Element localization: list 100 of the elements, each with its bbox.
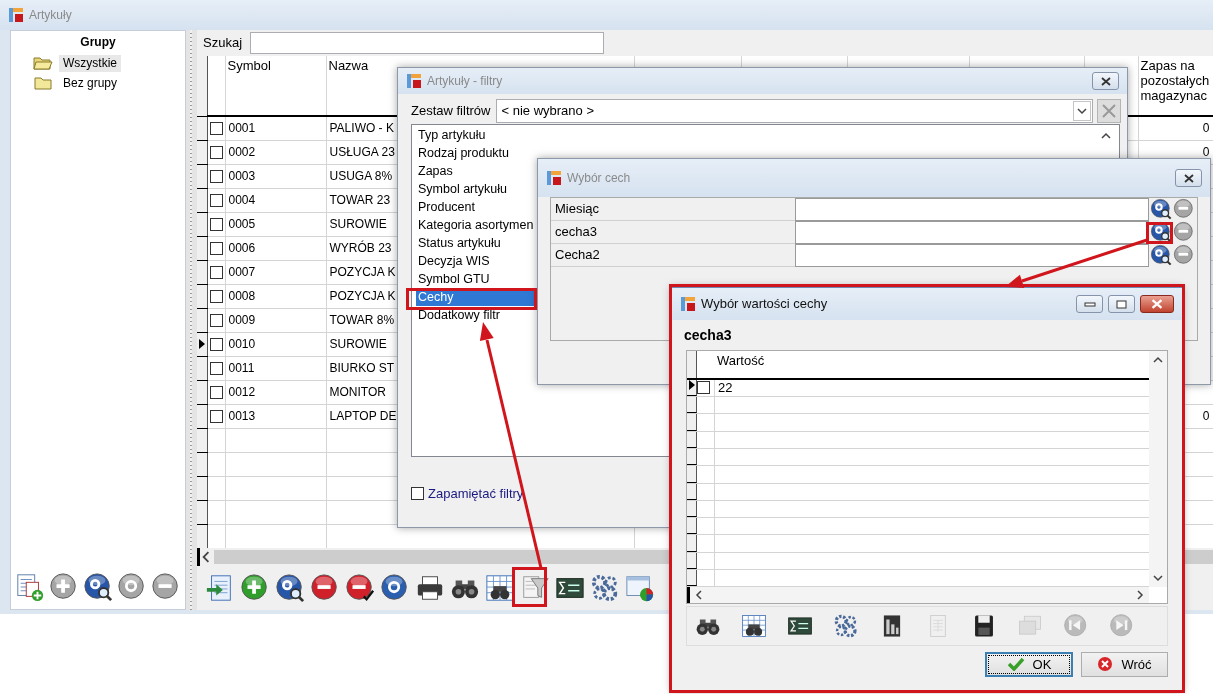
search-icon[interactable] (275, 573, 305, 603)
document-add-icon[interactable] (15, 572, 45, 602)
scroll-up-icon[interactable] (1153, 354, 1163, 365)
row-header (687, 466, 697, 483)
list-item[interactable]: Typ artykułu (416, 126, 488, 144)
window-title: Wybór wartości cechy (701, 296, 828, 312)
search-icon[interactable] (1150, 198, 1172, 220)
minus-icon[interactable] (1173, 221, 1195, 243)
row-checkbox[interactable] (209, 362, 223, 376)
row-checkbox[interactable] (209, 170, 223, 184)
row-checkbox[interactable] (209, 314, 223, 328)
list-item[interactable]: Kategoria asortymen (416, 216, 536, 234)
close-button[interactable] (1175, 169, 1202, 187)
row-header (197, 164, 207, 188)
ring-icon[interactable] (380, 573, 410, 603)
scroll-right-icon[interactable] (1135, 590, 1145, 601)
row-checkbox[interactable] (209, 122, 223, 136)
minus-icon[interactable] (1173, 198, 1195, 220)
row-checkbox[interactable] (209, 410, 223, 424)
ok-button[interactable]: OK (985, 651, 1073, 677)
maximize-icon[interactable] (1116, 299, 1127, 309)
search-icon[interactable] (83, 572, 113, 602)
column-header[interactable]: Zapas na pozostałych magazynac (1140, 59, 1211, 104)
list-item[interactable]: Status artykułu (416, 234, 503, 252)
row-checkbox[interactable] (209, 242, 223, 256)
row-checkbox[interactable] (697, 381, 710, 395)
plus-icon[interactable] (240, 573, 270, 603)
horizontal-scrollbar[interactable] (687, 587, 1149, 603)
list-item[interactable]: Dodatkowy filtr (416, 306, 502, 324)
tree-item[interactable]: Bez grupy (59, 75, 122, 92)
scroll-left-icon[interactable] (694, 590, 704, 601)
close-button[interactable] (1140, 295, 1174, 313)
panel-title: Grupy (79, 34, 117, 51)
minimize-icon[interactable] (1083, 301, 1096, 307)
feature-name: cecha3 (683, 326, 733, 345)
row-header (687, 431, 697, 448)
printer-icon[interactable] (415, 573, 445, 603)
search-icon[interactable] (1150, 244, 1172, 266)
table-cell: 0013 (228, 408, 256, 423)
row-header (197, 380, 207, 404)
window-chart-icon[interactable] (625, 573, 655, 603)
table-cell: 0 (1202, 144, 1210, 159)
close-button[interactable] (1092, 72, 1119, 90)
checkbox[interactable] (411, 487, 424, 501)
row-checkbox[interactable] (209, 338, 223, 352)
column-header[interactable]: Wartość (715, 350, 767, 378)
scroll-up-icon[interactable] (1101, 131, 1111, 141)
tree-item[interactable]: Wszystkie (59, 55, 121, 72)
value-field[interactable] (795, 244, 1149, 267)
row-checkbox[interactable] (209, 266, 223, 280)
table-binoculars-icon[interactable] (741, 612, 767, 639)
row-checkbox[interactable] (209, 194, 223, 208)
vertical-scrollbar[interactable] (1149, 350, 1167, 587)
table-cell: WYRÓB 23 (329, 240, 392, 255)
table-cell: 0012 (228, 384, 256, 399)
table-cell: TOWAR 23 (329, 192, 391, 207)
maximize-button[interactable] (1108, 295, 1135, 313)
scroll-left-icon[interactable] (200, 551, 212, 563)
table-cell: 0005 (228, 216, 256, 231)
row-header (197, 476, 207, 500)
table-cell: 0001 (228, 121, 256, 136)
row-header (197, 212, 207, 236)
row-checkbox[interactable] (209, 218, 223, 232)
row-checkbox[interactable] (209, 290, 223, 304)
scroll-down-icon[interactable] (1153, 572, 1163, 583)
filter-set-dropdown[interactable]: < nie wybrano > (496, 99, 1093, 123)
row-checkbox[interactable] (209, 386, 223, 400)
minus-icon[interactable] (1173, 244, 1195, 266)
row-checkbox[interactable] (209, 146, 223, 160)
search-label: Szukaj (203, 35, 243, 51)
column-header[interactable]: Symbol (227, 59, 324, 74)
row-header (197, 500, 207, 524)
value-field[interactable] (795, 198, 1149, 221)
table-cell: 0008 (228, 288, 256, 303)
close-icon[interactable] (1183, 173, 1194, 183)
list-item[interactable]: Producent (416, 198, 477, 216)
table-cell: MONITOR (329, 384, 386, 399)
app-logo-icon (546, 170, 562, 186)
row-header (687, 500, 697, 518)
value-field[interactable] (795, 221, 1149, 244)
list-item[interactable]: Decyzja WIS (416, 252, 492, 270)
list-item[interactable]: Symbol GTU (416, 270, 492, 288)
list-item[interactable]: Symbol artykułu (416, 180, 509, 198)
list-item[interactable]: Zapas (416, 162, 455, 180)
table-cell: POZYCJA K (329, 264, 396, 279)
gears-icon[interactable] (590, 573, 620, 603)
table-cell: 0003 (228, 168, 256, 183)
minus-icon[interactable] (310, 573, 340, 603)
close-icon[interactable] (1100, 76, 1111, 86)
row-header (197, 452, 207, 476)
table-cell: POZYCJA K (329, 288, 396, 303)
table-cell: SUROWIE (329, 216, 387, 231)
cancel-button[interactable]: Wróć (1081, 651, 1168, 677)
feature-label: Cecha2 (551, 244, 795, 267)
list-item[interactable]: Rodzaj produktu (416, 144, 512, 162)
gears-icon[interactable] (833, 612, 859, 639)
search-field[interactable] (250, 32, 605, 54)
table-binoculars-icon[interactable] (485, 573, 515, 603)
minimize-button[interactable] (1076, 295, 1103, 313)
minus-check-icon[interactable] (345, 573, 375, 603)
